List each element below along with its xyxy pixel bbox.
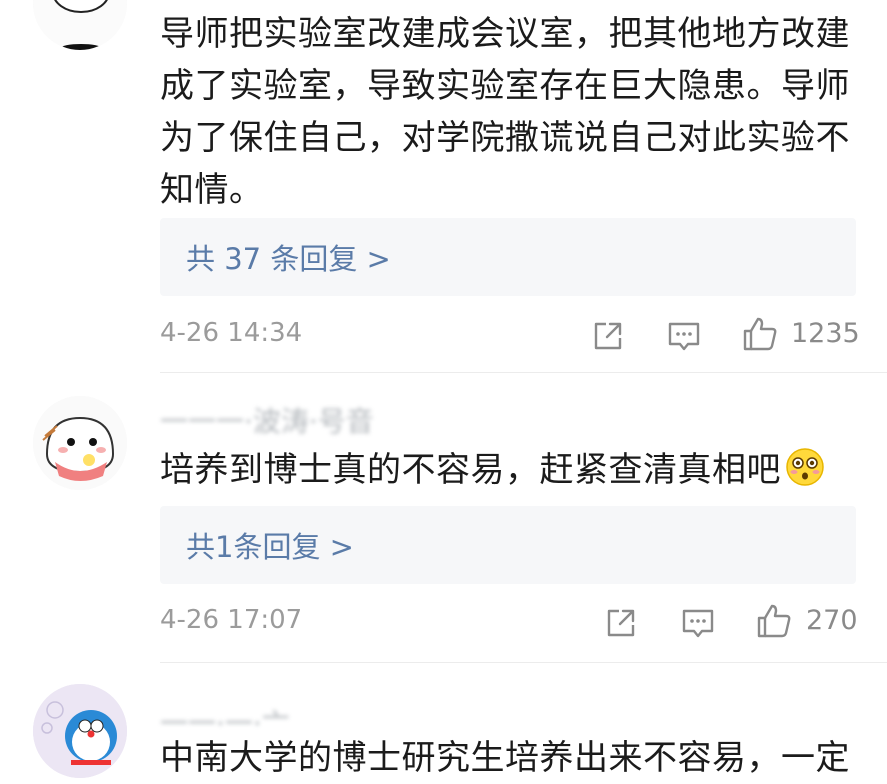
reply-count-link[interactable]: 共 37 条回复 >: [186, 236, 391, 278]
comment-2: 一一一·波涛·号音 培养到博士真的不容易，赶紧查清真相吧 共1条回复 > 4-2…: [0, 372, 887, 662]
share-button[interactable]: [603, 605, 639, 641]
user-avatar[interactable]: [33, 396, 127, 490]
reply-button[interactable]: [680, 605, 716, 641]
like-count: 1235: [791, 318, 860, 349]
thumbs-up-icon: [757, 604, 791, 638]
comment-text: 中南大学的博士研究生培养出来不容易，一定: [160, 738, 850, 778]
share-button[interactable]: [590, 318, 626, 354]
user-avatar[interactable]: [33, 0, 127, 50]
share-icon: [607, 609, 635, 637]
view-replies-button[interactable]: 共 37 条回复 >: [160, 218, 856, 296]
comment-icon: [668, 322, 700, 351]
flushed-face-icon: [786, 448, 824, 486]
username[interactable]: 一一一·波涛·号音: [160, 400, 374, 440]
comment-icon: [682, 609, 714, 638]
reply-button[interactable]: [666, 318, 702, 354]
comment-1: 导师把实验室改建成会议室，把其他地方改建成了实验室，导致实验室存在巨大隐患。导师…: [0, 0, 887, 372]
user-avatar[interactable]: [33, 684, 127, 778]
share-icon: [594, 322, 622, 350]
reply-count-link[interactable]: 共1条回复 >: [186, 524, 354, 566]
view-replies-button[interactable]: 共1条回复 >: [160, 506, 856, 584]
avatar-illustration-icon: [33, 396, 127, 490]
like-button[interactable]: [742, 316, 778, 352]
comment-text: 培养到博士真的不容易，赶紧查清真相吧: [160, 444, 860, 496]
thumbs-up-icon: [743, 317, 777, 351]
comment-text-body: 培养到博士真的不容易，赶紧查清真相吧: [160, 450, 781, 490]
like-button[interactable]: [756, 603, 792, 639]
comment-3: 一一·一·亠 中南大学的博士研究生培养出来不容易，一定: [0, 662, 887, 778]
like-count: 270: [806, 605, 858, 636]
comment-text: 导师把实验室改建成会议室，把其他地方改建成了实验室，导致实验室存在巨大隐患。导师…: [160, 14, 850, 210]
comment-time: 4-26 14:34: [160, 318, 303, 348]
avatar-illustration-icon: [33, 0, 127, 50]
comment-time: 4-26 17:07: [160, 605, 303, 635]
avatar-doraemon-icon: [33, 684, 127, 778]
